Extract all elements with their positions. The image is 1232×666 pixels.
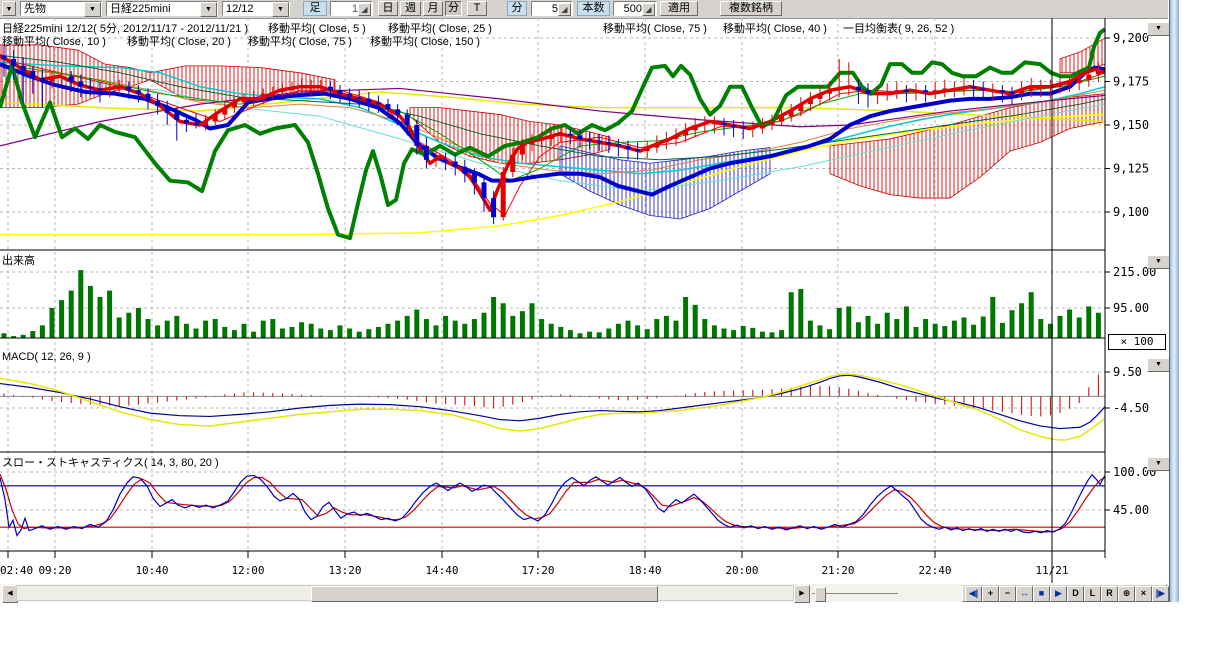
time-label: 22:40 xyxy=(918,564,951,577)
bar-interval-spinner[interactable]: 1 ◢ xyxy=(330,1,373,16)
axis-label: 45.00 xyxy=(1113,503,1149,517)
bar-count-label: 本数 xyxy=(577,1,610,16)
symbol-value: 日経225mini xyxy=(110,3,171,16)
axis-label: 95.00 xyxy=(1113,301,1149,315)
arrow-left-icon: ◀ xyxy=(7,590,12,597)
time-label: 12:00 xyxy=(231,564,264,577)
contract-month-combo[interactable]: 12/12 ▼ xyxy=(222,1,290,16)
time-gridlines: 02:40 09:20 10:40 12:00 13:20 14:40 17:20 18:40… xyxy=(0,18,1069,577)
macd-macd xyxy=(0,375,1105,428)
chevron-down-icon[interactable]: ▼ xyxy=(200,2,217,17)
macd-panel-menu-button[interactable]: ▼ xyxy=(1147,358,1170,372)
legend-ma10: 移動平均( Close, 10 ) xyxy=(2,33,106,49)
macd-panel-title: MACD( 12, 26, 9 ) xyxy=(2,351,91,363)
horizontal-scrollbar-thumb[interactable] xyxy=(311,586,658,602)
minutes-label: 分 xyxy=(507,1,527,16)
time-label: 17:20 xyxy=(521,564,554,577)
legend-ma40: 移動平均( Close, 40 ) xyxy=(723,20,827,36)
instrument-type-combo[interactable]: 先物 ▼ xyxy=(20,1,102,16)
axis-label: 9,100 xyxy=(1113,205,1149,219)
r-mode-button[interactable]: R xyxy=(1101,586,1118,602)
macd-signal xyxy=(0,374,1105,440)
stop-button[interactable]: ■ xyxy=(1033,586,1050,602)
axis-label: -4.50 xyxy=(1113,401,1149,415)
volume-panel-title: 出来高 xyxy=(2,252,35,268)
chevron-down-icon[interactable]: ▼ xyxy=(272,2,289,17)
go-first-button[interactable]: ◀| xyxy=(965,586,982,602)
bottom-scroll-row: ◀ ▶ ◀| + − ↔ ■ ▶ D L R ⊕ × |▶ xyxy=(0,584,1168,602)
time-label: 18:40 xyxy=(628,564,661,577)
close-button[interactable]: × xyxy=(1135,586,1152,602)
spinner-icon[interactable]: ◢ xyxy=(558,3,571,16)
volume-bars xyxy=(2,270,1101,338)
chevron-down-icon: ▼ xyxy=(6,6,13,13)
legend-ma150: 移動平均( Close, 150 ) xyxy=(370,33,480,49)
horizontal-scrollbar-track[interactable] xyxy=(16,585,794,601)
price-panel-menu-button[interactable]: ▼ xyxy=(1147,22,1170,36)
time-label: 09:20 xyxy=(38,564,71,577)
chart-nav-toolbar: ◀| + − ↔ ■ ▶ D L R ⊕ × |▶ xyxy=(962,584,1167,602)
zoom-out-button[interactable]: − xyxy=(999,586,1016,602)
axis-label: 9,125 xyxy=(1113,162,1149,176)
l-mode-button[interactable]: L xyxy=(1084,586,1101,602)
zoom-slider-thumb[interactable] xyxy=(815,587,826,602)
time-label: 21:20 xyxy=(821,564,854,577)
chevron-down-icon[interactable]: ▼ xyxy=(84,2,101,17)
collapse-toolbar-button[interactable]: ▼ xyxy=(2,1,16,16)
period-day-button[interactable]: 日 xyxy=(378,1,398,16)
trading-app-window: ▼ 先物 ▼ 日経225mini ▼ 12/12 ▼ 足 1 ◢ 日 週 月 分… xyxy=(0,0,1232,666)
volume-gridlines: 215.0095.00 xyxy=(0,265,1156,315)
instrument-type-value: 先物 xyxy=(24,3,46,16)
toolbar: ▼ 先物 ▼ 日経225mini ▼ 12/12 ▼ 足 1 ◢ 日 週 月 分… xyxy=(0,0,1168,19)
legend-ma75: 移動平均( Close, 75 ) xyxy=(603,20,707,36)
stoch-slow_k xyxy=(0,475,1105,536)
axis-label: 9,200 xyxy=(1113,31,1149,45)
bar-count-spinner[interactable]: 500 ◢ xyxy=(613,1,657,16)
arrow-right-icon: ▶ xyxy=(799,590,804,597)
time-label: 02:40 xyxy=(0,564,33,577)
volume-panel-menu-button[interactable]: ▼ xyxy=(1147,255,1170,269)
period-tick-button[interactable]: T xyxy=(467,1,487,16)
time-label: 20:00 xyxy=(725,564,758,577)
time-label: 10:40 xyxy=(135,564,168,577)
stoch-panel-title: スロー・ストキャスティクス( 14, 3, 80, 20 ) xyxy=(2,454,219,470)
axis-label: 9.50 xyxy=(1113,365,1142,379)
play-button[interactable]: ▶ xyxy=(1050,586,1067,602)
apply-button[interactable]: 適用 xyxy=(660,1,698,16)
spinner-icon[interactable]: ◢ xyxy=(642,3,655,16)
multi-symbol-button[interactable]: 複数銘柄 xyxy=(720,1,782,16)
stoch-gridlines: 100.0045.00 xyxy=(0,465,1156,517)
legend-ma75-2: 移動平均( Close, 75 ) xyxy=(248,33,352,49)
axis-label: 9,150 xyxy=(1113,118,1149,132)
bar-count-value: 500 xyxy=(624,3,642,16)
macd-plot xyxy=(0,374,1105,440)
time-label: 14:40 xyxy=(425,564,458,577)
volume-scale-box: × 100 xyxy=(1108,334,1166,350)
minutes-spinner[interactable]: 5 ◢ xyxy=(531,1,573,16)
right-splitter[interactable] xyxy=(1169,0,1179,602)
contract-month-value: 12/12 xyxy=(226,3,254,16)
time-label: 13:20 xyxy=(328,564,361,577)
chart-plot-area[interactable]: 02:40 09:20 10:40 12:00 13:20 14:40 17:20 18:40… xyxy=(0,18,1168,584)
period-week-button[interactable]: 週 xyxy=(400,1,421,16)
go-last-button[interactable]: |▶ xyxy=(1152,586,1169,602)
magnifier-button[interactable]: ⊕ xyxy=(1118,586,1135,602)
scroll-right-button[interactable]: ▶ xyxy=(794,585,810,603)
magnifier-icon: ⊕ xyxy=(1123,588,1131,598)
close-icon: × xyxy=(1141,588,1146,598)
d-mode-button[interactable]: D xyxy=(1067,586,1084,602)
symbol-combo[interactable]: 日経225mini ▼ xyxy=(106,1,218,16)
spinner-icon[interactable]: ◢ xyxy=(358,3,371,16)
bar-label: 足 xyxy=(303,1,327,16)
stochastics-plot xyxy=(0,474,1105,535)
legend-ichimoku: 一目均衡表( 9, 26, 52 ) xyxy=(843,20,954,36)
period-month-button[interactable]: 月 xyxy=(423,1,443,16)
fit-width-button[interactable]: ↔ xyxy=(1016,586,1033,602)
stoch-panel-menu-button[interactable]: ▼ xyxy=(1147,457,1170,471)
legend-ma20: 移動平均( Close, 20 ) xyxy=(127,33,231,49)
axis-label: 9,175 xyxy=(1113,75,1149,89)
period-minute-button[interactable]: 分 xyxy=(445,1,462,16)
zoom-in-button[interactable]: + xyxy=(982,586,999,602)
